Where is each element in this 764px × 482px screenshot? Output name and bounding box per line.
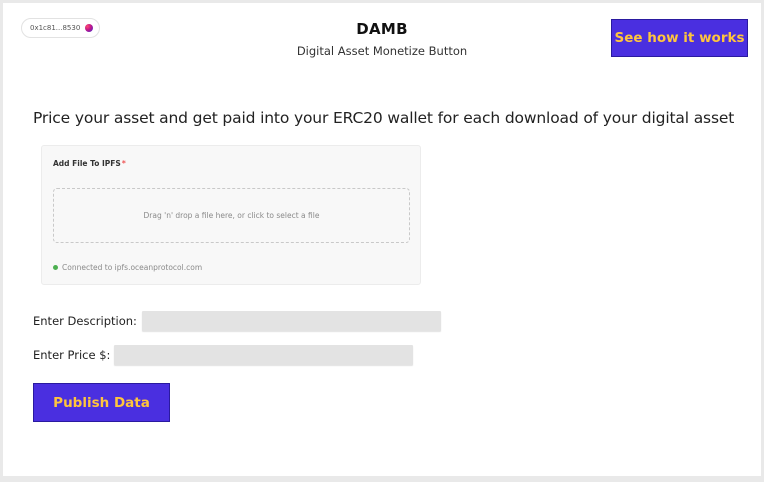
description-input[interactable] — [141, 311, 441, 331]
ipfs-connection-status: Connected to ipfs.oceanprotocol.com — [53, 263, 202, 272]
ipfs-status-text: Connected to ipfs.oceanprotocol.com — [62, 263, 203, 272]
connected-status-icon — [53, 265, 58, 270]
see-how-it-works-button[interactable]: See how it works — [611, 19, 748, 57]
file-dropzone[interactable]: Drag 'n' drop a file here, or click to s… — [53, 188, 410, 243]
upload-label-text: Add File To IPFS — [53, 159, 121, 168]
upload-label: Add File To IPFS* — [53, 159, 126, 168]
publish-data-button[interactable]: Publish Data — [33, 383, 170, 422]
price-input[interactable] — [114, 345, 414, 365]
required-marker: * — [121, 159, 126, 168]
price-row: Enter Price $: — [33, 345, 414, 365]
description-label: Enter Description: — [33, 314, 137, 328]
description-row: Enter Description: — [33, 311, 441, 331]
price-label: Enter Price $: — [33, 348, 111, 362]
page-headline: Price your asset and get paid into your … — [33, 109, 735, 127]
ipfs-upload-card: Add File To IPFS* Drag 'n' drop a file h… — [41, 145, 421, 285]
app-page: 0x1c81...8530 DAMB Digital Asset Monetiz… — [3, 3, 761, 476]
dropzone-text: Drag 'n' drop a file here, or click to s… — [143, 211, 320, 220]
